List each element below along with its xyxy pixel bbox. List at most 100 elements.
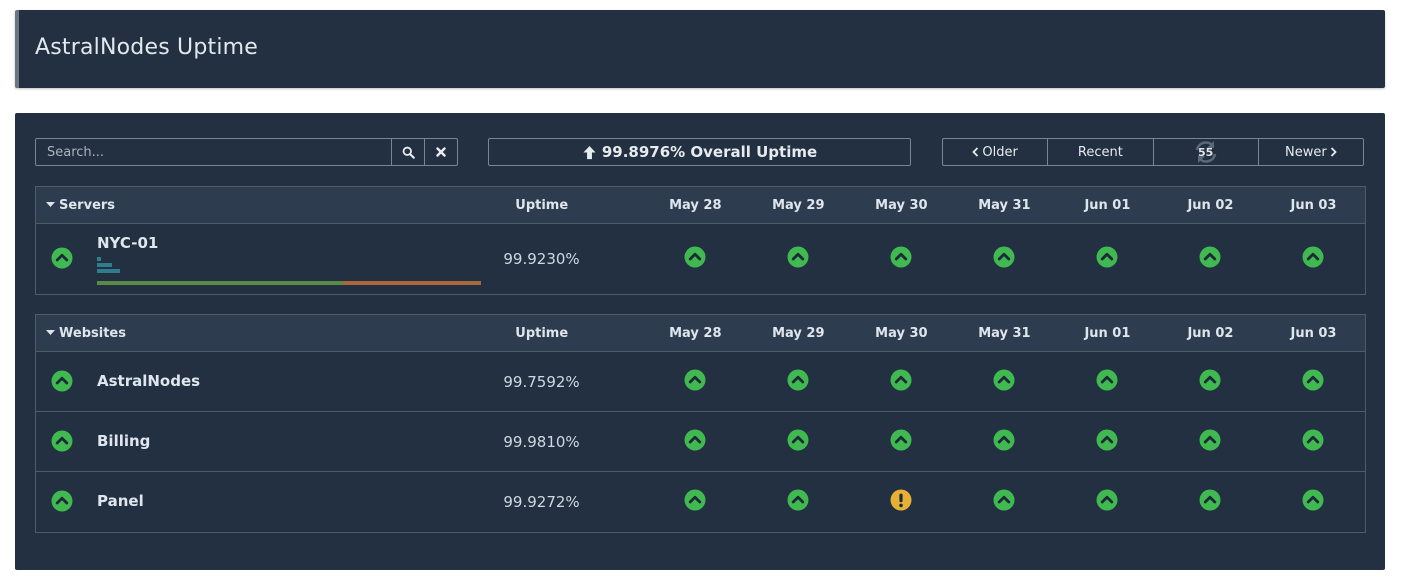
recent-button[interactable]: Recent (1047, 139, 1152, 165)
uptime-value: 99.9272% (503, 493, 580, 511)
day-status-cell (953, 246, 1056, 272)
chevron-up-circle-icon[interactable] (1199, 246, 1221, 272)
chevron-up-circle-icon (51, 247, 73, 273)
pagination: Older Recent 55 Newer (942, 138, 1364, 166)
row-name-cell: NYC-01 (36, 224, 481, 294)
day-column-header: May 31 (978, 197, 1031, 213)
website-name[interactable]: Billing (97, 432, 150, 450)
chevron-up-circle-icon[interactable] (1096, 489, 1118, 515)
search-input[interactable] (36, 139, 391, 165)
day-column-header: May 29 (772, 325, 825, 341)
chevron-up-circle-icon[interactable] (993, 246, 1015, 272)
overall-uptime-text: 99.8976% Overall Uptime (601, 143, 818, 161)
search-box (35, 138, 458, 166)
table-row[interactable]: NYC-01 99.9230% (36, 224, 1365, 294)
chevron-up-circle-icon[interactable] (993, 429, 1015, 455)
arrow-up-icon (583, 145, 596, 159)
chevron-up-circle-icon[interactable] (1302, 429, 1324, 455)
chevron-up-circle-icon[interactable] (787, 489, 809, 515)
timeline-alert-segment (343, 281, 481, 285)
chevron-up-circle-icon[interactable] (684, 429, 706, 455)
search-button[interactable] (391, 139, 424, 165)
day-column-header: May 31 (978, 325, 1031, 341)
chevron-up-circle-icon[interactable] (1302, 489, 1324, 515)
day-status-cell (644, 489, 747, 515)
chevron-up-circle-icon[interactable] (890, 369, 912, 395)
refresh-button[interactable]: 55 (1152, 139, 1258, 165)
uptime-column-header: Uptime (515, 325, 569, 341)
chevron-up-circle-icon[interactable] (787, 429, 809, 455)
day-status-cell (953, 369, 1056, 395)
websites-group: Websites Uptime May 28 May 29 May 30 May… (35, 314, 1366, 533)
websites-toggle[interactable]: Websites (36, 326, 440, 341)
day-status-cell (1056, 489, 1159, 515)
row-name-cell: Billing (36, 412, 439, 471)
day-status-cell (1159, 246, 1262, 272)
chevron-up-circle-icon[interactable] (787, 246, 809, 272)
chevron-up-circle-icon[interactable] (684, 246, 706, 272)
chevron-up-circle-icon[interactable] (1199, 429, 1221, 455)
page-title: AstralNodes Uptime (35, 35, 259, 60)
day-status-cell (850, 489, 953, 515)
day-status-cell (1262, 429, 1365, 455)
clear-search-button[interactable] (424, 139, 457, 165)
day-status-cell (1262, 369, 1365, 395)
day-status-cell (1159, 369, 1262, 395)
day-status-cell (747, 489, 850, 515)
day-status-cell (850, 369, 953, 395)
day-column-header: Jun 02 (1187, 325, 1234, 341)
chevron-up-circle-icon[interactable] (890, 429, 912, 455)
day-column-header: May 28 (669, 197, 722, 213)
day-column-header: Jun 01 (1084, 197, 1131, 213)
uptime-value: 99.9810% (503, 432, 580, 451)
chevron-up-circle-icon[interactable] (1096, 429, 1118, 455)
timeline-up-segment (97, 281, 343, 285)
day-status-cell (747, 369, 850, 395)
older-button[interactable]: Older (943, 139, 1047, 165)
row-name-cell: Panel (36, 472, 439, 532)
chevron-up-circle-icon[interactable] (1302, 246, 1324, 272)
servers-header: Servers Uptime May 28 May 29 May 30 May … (36, 187, 1365, 224)
table-row[interactable]: Billing 99.9810% (36, 412, 1365, 472)
uptime-timeline (97, 281, 481, 285)
chevron-up-circle-icon (51, 430, 73, 456)
newer-label: Newer (1285, 144, 1327, 160)
day-status-cell (644, 429, 747, 455)
newer-button[interactable]: Newer (1257, 139, 1363, 165)
day-status-cell (953, 489, 1056, 515)
server-name[interactable]: NYC-01 (97, 234, 158, 252)
day-column-header: Jun 02 (1187, 197, 1234, 213)
chevron-up-circle-icon[interactable] (684, 489, 706, 515)
chevron-up-circle-icon[interactable] (993, 369, 1015, 395)
chevron-up-circle-icon[interactable] (787, 369, 809, 395)
usage-bar (97, 257, 101, 261)
day-status-cell (747, 246, 850, 272)
usage-bar (97, 269, 120, 273)
chevron-up-circle-icon[interactable] (684, 369, 706, 395)
day-status-cell (1159, 489, 1262, 515)
uptime-panel: 99.8976% Overall Uptime Older Recent 55 … (15, 113, 1385, 570)
websites-header: Websites Uptime May 28 May 29 May 30 May… (36, 315, 1365, 352)
uptime-value: 99.7592% (503, 372, 580, 391)
chevron-up-circle-icon[interactable] (1096, 246, 1118, 272)
chevron-up-circle-icon[interactable] (1096, 369, 1118, 395)
chevron-up-circle-icon[interactable] (890, 246, 912, 272)
chevron-up-circle-icon[interactable] (993, 489, 1015, 515)
website-name[interactable]: Panel (97, 492, 144, 510)
overall-uptime-badge: 99.8976% Overall Uptime (488, 138, 911, 166)
uptime-column-header: Uptime (515, 197, 569, 213)
caret-down-icon (46, 202, 55, 207)
day-status-cell (850, 429, 953, 455)
servers-group-label: Servers (59, 197, 116, 213)
search-icon (402, 146, 415, 159)
table-row[interactable]: AstralNodes 99.7592% (36, 352, 1365, 412)
exclamation-circle-icon[interactable] (890, 489, 912, 515)
chevron-up-circle-icon[interactable] (1199, 369, 1221, 395)
chevron-up-circle-icon[interactable] (1302, 369, 1324, 395)
website-name[interactable]: AstralNodes (97, 372, 200, 390)
servers-toggle[interactable]: Servers (36, 198, 440, 213)
table-row[interactable]: Panel 99.9272% (36, 472, 1365, 532)
uptime-value: 99.9230% (503, 250, 580, 268)
chevron-up-circle-icon[interactable] (1199, 489, 1221, 515)
day-status-cell (953, 429, 1056, 455)
